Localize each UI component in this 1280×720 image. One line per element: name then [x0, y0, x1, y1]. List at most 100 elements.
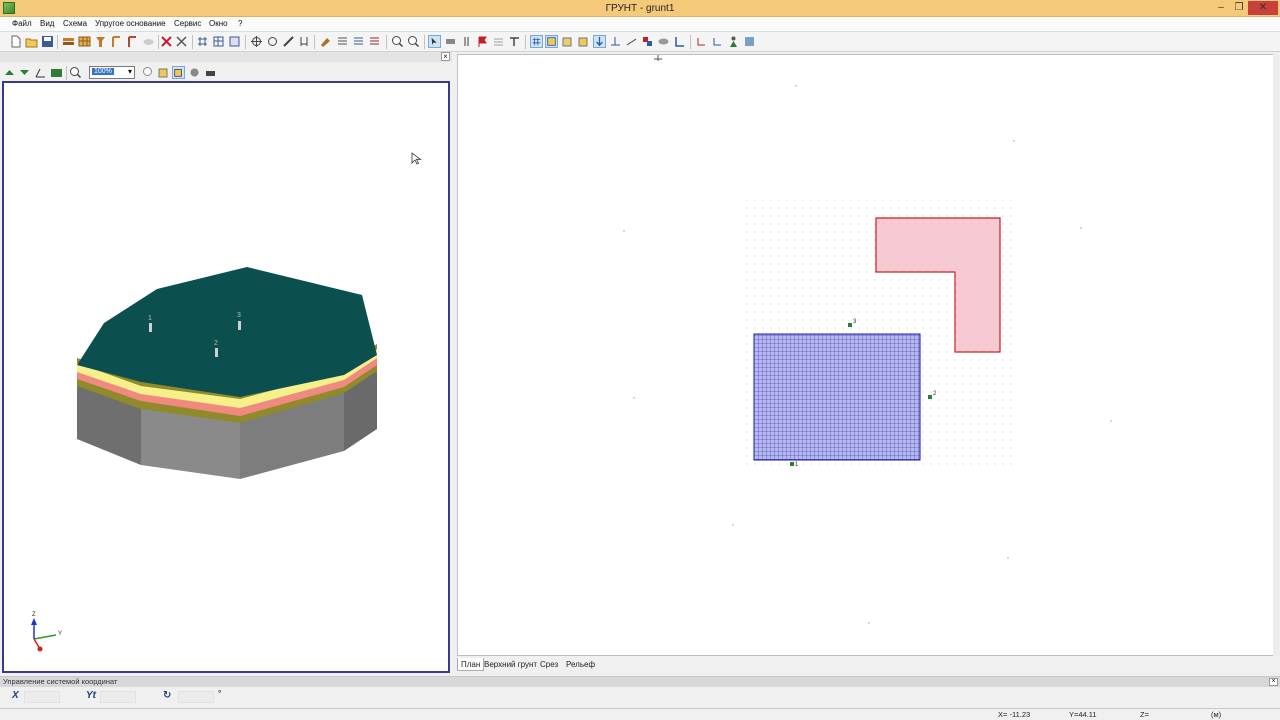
settings-icon[interactable] [188, 66, 201, 79]
rotate-button[interactable]: ↻ [163, 690, 171, 705]
window-title: ГРУНТ - grunt1 [605, 3, 675, 14]
zoom-window-icon[interactable] [142, 66, 155, 79]
eraser-icon[interactable] [657, 35, 670, 48]
dimension-icon[interactable] [298, 35, 311, 48]
restore-button[interactable]: ❐ [1232, 1, 1246, 15]
stack-icon[interactable] [492, 35, 505, 48]
cut-icon[interactable] [175, 35, 188, 48]
chevron-down-icon: ▾ [127, 67, 132, 76]
add-point-icon[interactable] [577, 35, 590, 48]
y-field[interactable] [100, 691, 136, 703]
view-3d-toolbar: 100% ▾ [0, 64, 452, 82]
zoom-select[interactable]: 100% ▾ [89, 66, 135, 79]
tab-relief[interactable]: Рельеф [563, 658, 598, 671]
tab-top-soil[interactable]: Верхний грунт [481, 658, 540, 671]
print-icon[interactable] [204, 66, 217, 79]
menu-view[interactable]: Вид [40, 19, 54, 28]
snap-icon[interactable] [266, 35, 279, 48]
menu-window[interactable]: Окно [209, 19, 228, 28]
menu-help[interactable]: ? [238, 19, 242, 28]
menu-service[interactable]: Сервис [174, 19, 201, 28]
zoom-icon[interactable] [69, 66, 82, 79]
rotate-up-icon[interactable] [3, 66, 16, 79]
section-icon[interactable] [508, 35, 521, 48]
open-folder-icon[interactable] [25, 35, 38, 48]
zoom-out-icon[interactable] [391, 35, 404, 48]
link-icon[interactable] [695, 35, 708, 48]
tab-section[interactable]: Срез [537, 658, 561, 671]
point-marker-3[interactable] [848, 323, 852, 327]
axes-icon[interactable] [34, 66, 47, 79]
coordinate-panel: Управление системой координат × X Yt ↻ ° [0, 676, 1280, 708]
flag-icon[interactable] [476, 35, 489, 48]
borehole-icon[interactable] [110, 35, 123, 48]
x-field[interactable] [24, 691, 60, 703]
table-icon[interactable] [336, 35, 349, 48]
node-grid-icon[interactable] [196, 35, 209, 48]
angle-field[interactable] [178, 691, 214, 703]
crosshair-icon[interactable] [250, 35, 263, 48]
yt-axis-button[interactable]: Yt [86, 690, 96, 705]
plan-canvas[interactable]: 3 2 1 [457, 54, 1278, 656]
select-icon[interactable] [428, 35, 441, 48]
model-3d-viewport[interactable]: 1 2 3 Z Y [2, 81, 450, 673]
point-marker-2[interactable] [928, 395, 932, 399]
rotate-down-icon[interactable] [18, 66, 31, 79]
cube-icon[interactable] [157, 66, 170, 79]
grid-icon[interactable] [78, 35, 91, 48]
point-marker-1[interactable] [790, 462, 794, 466]
axis-z-label: Z [32, 612, 36, 618]
menu-scheme[interactable]: Схема [63, 19, 87, 28]
cube-solid-icon[interactable] [172, 66, 185, 79]
pile-icon[interactable] [94, 35, 107, 48]
axis-y [33, 634, 57, 640]
borehole-label-2: 2 [214, 340, 218, 347]
fill-icon[interactable] [545, 35, 558, 48]
scatter-dot [732, 524, 734, 526]
delete-icon[interactable] [160, 35, 173, 48]
borehole-3 [238, 321, 241, 330]
mesh-edit-icon[interactable] [228, 35, 241, 48]
add-shape-icon[interactable] [561, 35, 574, 48]
load-down-icon[interactable] [593, 35, 606, 48]
column-icon[interactable] [460, 35, 473, 48]
foundation-slab[interactable] [753, 333, 921, 461]
measure-icon[interactable] [282, 35, 295, 48]
title-bar: ГРУНТ - grunt1 – ❐ ✕ [0, 0, 1280, 17]
close-button[interactable]: ✕ [1248, 1, 1278, 15]
minimize-button[interactable]: – [1214, 1, 1228, 15]
menu-file[interactable]: Файл [12, 19, 32, 28]
list-icon[interactable] [352, 35, 365, 48]
coordinate-panel-close-button[interactable]: × [1269, 678, 1278, 686]
mesh-icon[interactable] [212, 35, 225, 48]
borehole-label-1: 1 [148, 315, 152, 322]
unlink-icon[interactable] [711, 35, 724, 48]
report-icon[interactable] [368, 35, 381, 48]
status-units: (м) [1211, 710, 1222, 719]
plan-scrollbar[interactable] [1273, 54, 1279, 656]
view-3d-close-button[interactable]: × [441, 52, 450, 61]
zoom-in-icon[interactable] [407, 35, 420, 48]
view-3d-header: × [0, 52, 452, 62]
borehole-1 [149, 323, 152, 332]
edit-node-icon[interactable] [673, 35, 686, 48]
show-grid-icon[interactable] [530, 35, 543, 48]
borehole-label-3: 3 [237, 312, 241, 319]
color-icon[interactable] [641, 35, 654, 48]
load-icon[interactable] [609, 35, 622, 48]
x-axis-button[interactable]: X [12, 690, 19, 705]
new-file-icon[interactable] [9, 35, 22, 48]
layer-shape-icon[interactable] [444, 35, 457, 48]
origin-marker [654, 55, 662, 61]
menu-elastic-base[interactable]: Упругое основание [95, 19, 166, 28]
zoom-value: 100% [92, 68, 114, 75]
slope-icon[interactable] [625, 35, 638, 48]
person-icon[interactable] [727, 35, 740, 48]
paint-icon[interactable] [319, 35, 332, 48]
save-icon[interactable] [41, 35, 54, 48]
calc-icon[interactable] [743, 35, 756, 48]
snapshot-icon[interactable] [50, 66, 63, 79]
layers-icon[interactable] [62, 35, 75, 48]
profile-icon[interactable] [126, 35, 139, 48]
cloud-icon[interactable] [142, 35, 155, 48]
